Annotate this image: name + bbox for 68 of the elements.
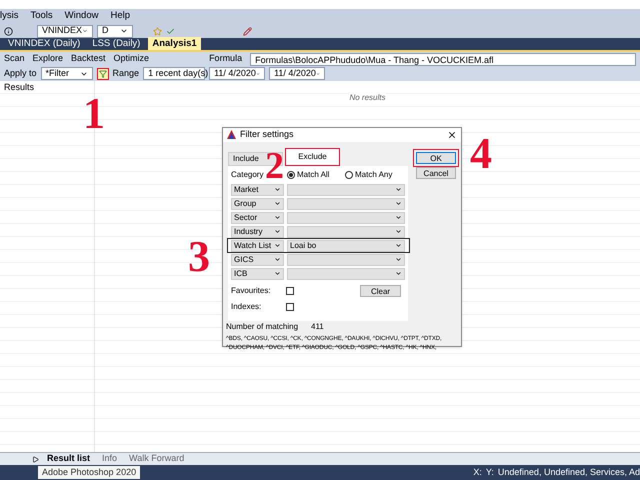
toolbar-button[interactable]: Explore — [32, 52, 64, 66]
filter-category-combo[interactable]: Watch List — [231, 240, 284, 252]
filter-category-combo[interactable]: Sector — [231, 212, 284, 224]
category-label: Category — [231, 169, 264, 181]
filter-value-combo[interactable] — [287, 226, 405, 238]
cancel-button[interactable]: Cancel — [416, 166, 456, 178]
dropdown-icon — [120, 27, 128, 35]
status-text: Undefined, Undefined, Services, Ad — [498, 466, 640, 479]
filter-value-combo[interactable]: Loai bo — [287, 240, 405, 252]
pencil-icon[interactable] — [243, 26, 252, 36]
menu-item[interactable]: Tools — [30, 9, 53, 24]
sheet-tab[interactable]: Result list — [43, 452, 94, 466]
document-tab[interactable]: VNINDEX (Daily) — [4, 37, 84, 50]
sheet-tab[interactable]: Info — [98, 452, 122, 466]
triangle-logo-icon — [227, 130, 236, 140]
matching-count: 411 — [311, 320, 324, 332]
filter-value-combo[interactable] — [287, 198, 405, 210]
info-icon[interactable] — [4, 26, 13, 36]
filter-icon — [98, 70, 107, 78]
toolbar-button[interactable]: Backtest — [71, 52, 106, 66]
filter-category-combo[interactable]: Market — [231, 184, 284, 196]
menu-item[interactable]: Window — [64, 9, 98, 24]
option-checkbox[interactable]: Indexes: — [231, 300, 294, 312]
filter-category-combo[interactable]: ICB — [231, 268, 284, 280]
annotation-number: 4 — [470, 132, 492, 176]
document-tab[interactable]: Analysis1 — [148, 37, 201, 50]
filter-value-combo[interactable] — [287, 268, 405, 280]
filter-category-combo[interactable]: Industry — [231, 226, 284, 238]
range-label: Range — [112, 66, 140, 80]
filter-value-combo[interactable] — [287, 254, 405, 266]
formula-field[interactable]: Formulas\BolocAPPhududo\Mua - Thang - VOCUCKIEM.afl — [250, 52, 636, 66]
filter-category-combo[interactable]: GICS — [231, 254, 284, 266]
from-date-field[interactable]: 11/ 4/2020 — [209, 67, 266, 80]
to-date-field[interactable]: 11/ 4/2020 — [269, 67, 326, 80]
interval-combo[interactable]: D — [97, 24, 133, 38]
annotation-number: 1 — [83, 92, 105, 136]
match-radio[interactable]: Match Any — [345, 169, 403, 181]
annotation-number: 3 — [188, 235, 210, 279]
taskbar-tooltip: Adobe Photoshop 2020 — [38, 466, 140, 479]
apply-combo[interactable]: *Filter — [40, 67, 93, 80]
clear-button[interactable]: Clear — [360, 284, 401, 296]
close-icon[interactable] — [447, 130, 457, 140]
document-tab[interactable]: LSS (Daily) — [88, 37, 144, 50]
apply-label: Apply to — [4, 66, 37, 80]
filter-button[interactable] — [96, 68, 109, 80]
toolbar-button[interactable]: Optimize — [114, 52, 150, 66]
dropdown-icon — [82, 27, 88, 35]
menu-item[interactable]: Help — [110, 9, 130, 24]
x-coordinate: X: — [473, 466, 482, 479]
column-header: Results — [4, 82, 34, 92]
match-radio[interactable]: Match All — [287, 169, 345, 181]
dialog-title: Filter settings — [240, 128, 295, 141]
formula-label: Formula — [209, 52, 242, 66]
check-icon[interactable] — [166, 26, 175, 36]
filter-value-combo[interactable] — [287, 212, 405, 224]
option-checkbox[interactable]: Favourites: — [231, 284, 294, 296]
menu-item[interactable]: lysis — [0, 9, 18, 24]
dialog-tab[interactable]: Exclude — [285, 148, 340, 166]
toolbar-button[interactable]: Scan — [4, 52, 25, 66]
matching-label: Number of matching — [226, 320, 300, 332]
range-combo[interactable]: 1 recent day(s) — [143, 67, 206, 80]
y-coordinate: Y: — [486, 466, 494, 479]
filter-category-combo[interactable]: Group — [231, 198, 284, 210]
filter-value-combo[interactable] — [287, 184, 405, 196]
filter-value: Loai bo — [290, 240, 316, 252]
navigation-icon[interactable] — [32, 456, 39, 462]
sheet-tab[interactable]: Walk Forward — [125, 452, 188, 466]
star-icon[interactable] — [153, 26, 162, 36]
